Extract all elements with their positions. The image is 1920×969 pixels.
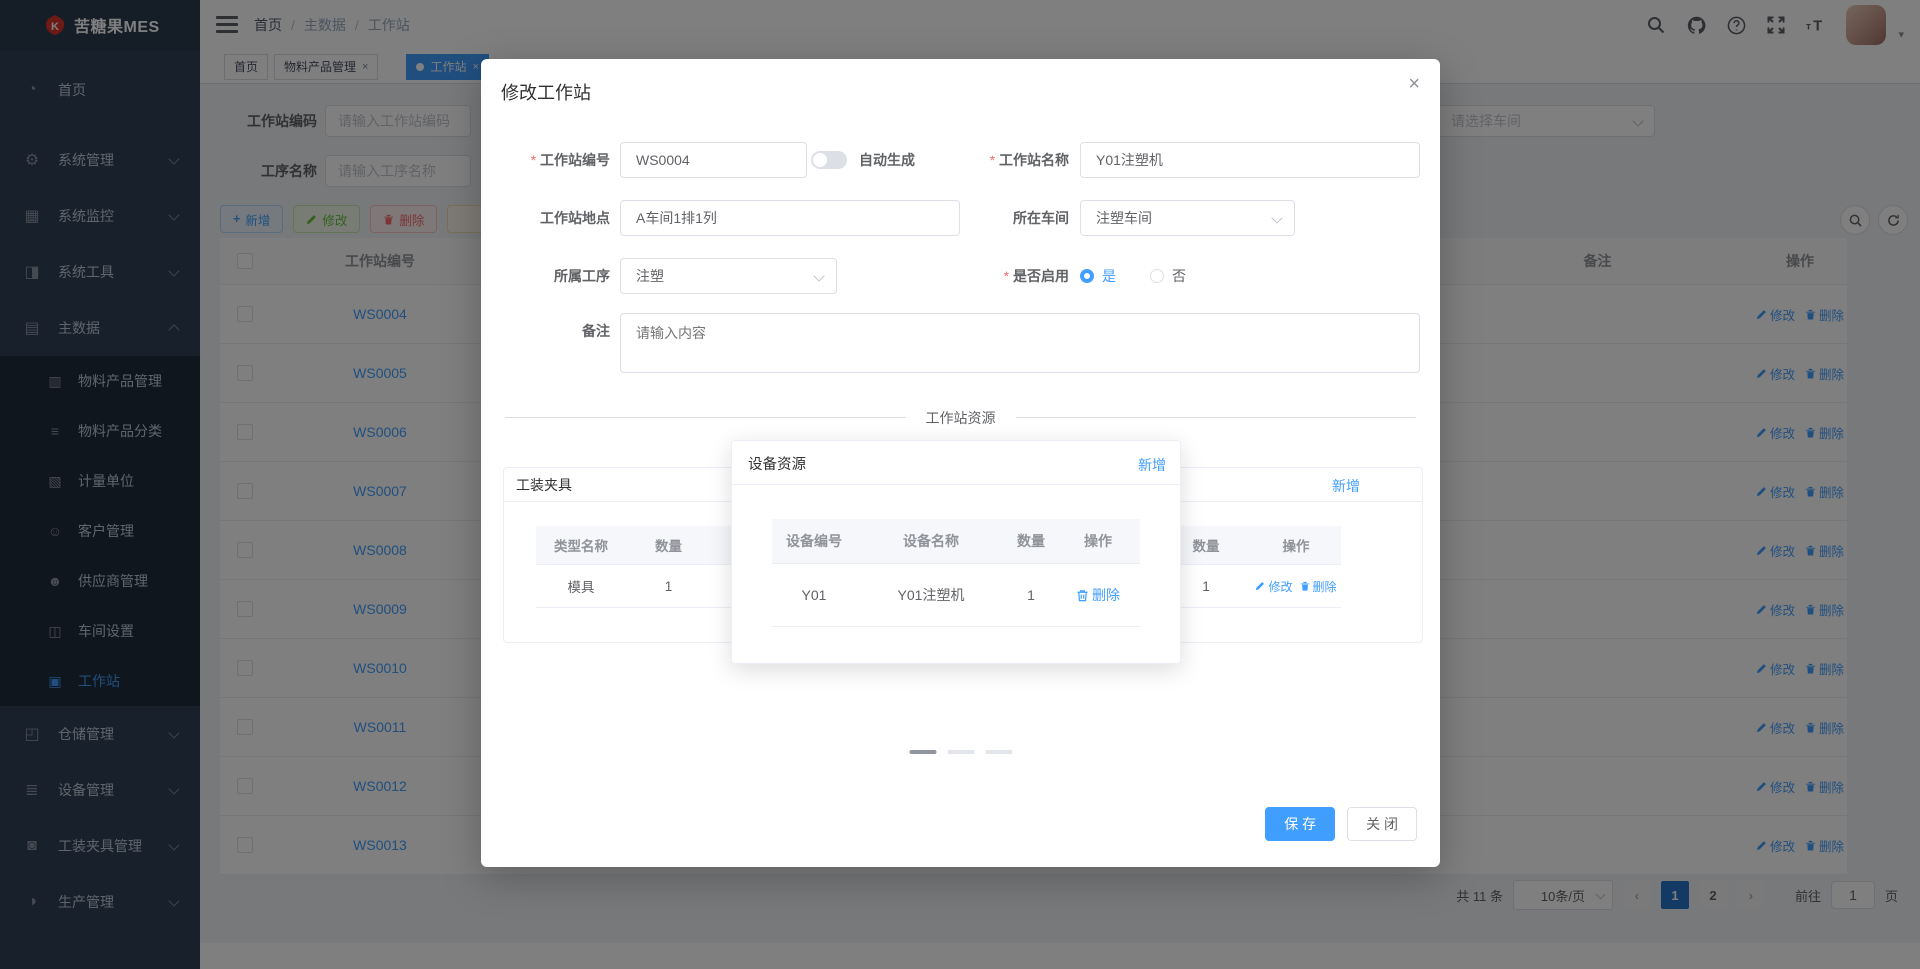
- device-col-name: 设备名称: [903, 533, 959, 549]
- workshop-label: 所在车间: [1013, 210, 1069, 226]
- device-delete-link[interactable]: 删除: [1076, 585, 1120, 605]
- radio-dot: [1150, 269, 1164, 283]
- popup-header: 设备资源 新增: [732, 441, 1180, 485]
- fixture-col-qty: 数量: [655, 539, 682, 554]
- code-input[interactable]: [620, 142, 807, 178]
- process-label: 所属工序: [554, 268, 610, 284]
- process-select[interactable]: 注塑: [620, 258, 837, 294]
- radio-dot: [1080, 269, 1094, 283]
- fixture-type: 模具: [567, 580, 595, 595]
- workshop-select[interactable]: 注塑车间: [1080, 200, 1295, 236]
- device-row: Y01 Y01注塑机 1 删除: [772, 564, 1140, 627]
- device-code: Y01: [801, 587, 827, 603]
- remark-label: 备注: [582, 323, 610, 339]
- location-input[interactable]: [620, 200, 960, 236]
- carousel-dot-1[interactable]: [909, 750, 936, 754]
- auto-generate-label: 自动生成: [859, 152, 915, 168]
- device-name: Y01注塑机: [897, 587, 965, 603]
- carousel-dot-2[interactable]: [947, 750, 974, 754]
- right-card-add-link[interactable]: 新增: [1332, 476, 1360, 496]
- device-table: 设备编号 设备名称 数量 操作 Y01 Y01注塑机 1 删除: [772, 519, 1140, 627]
- enabled-no-radio[interactable]: 否: [1150, 266, 1186, 286]
- device-col-qty: 数量: [1017, 533, 1045, 549]
- resources-divider: 工作站资源: [505, 408, 1416, 428]
- dialog-footer: 保 存 关 闭: [1265, 807, 1417, 841]
- name-input[interactable]: [1080, 142, 1420, 178]
- carousel-dot-3[interactable]: [985, 750, 1012, 754]
- dialog-title: 修改工作站: [501, 83, 591, 103]
- device-resources-popup: 设备资源 新增 设备编号 设备名称 数量 操作 Y01 Y01注塑机 1 删除: [731, 440, 1181, 664]
- save-button[interactable]: 保 存: [1265, 807, 1336, 841]
- device-add-link[interactable]: 新增: [1138, 455, 1166, 475]
- location-label: 工作站地点: [540, 210, 610, 226]
- name-label: 工作站名称: [940, 142, 1069, 178]
- device-col-code: 设备编号: [786, 533, 842, 549]
- device-col-action: 操作: [1084, 533, 1112, 549]
- auto-generate-toggle[interactable]: [811, 151, 847, 169]
- dialog-close-icon[interactable]: ×: [1408, 73, 1420, 96]
- remark-textarea[interactable]: [620, 313, 1420, 373]
- fixture-qty: 1: [664, 578, 673, 594]
- chevron-down-icon: [1271, 212, 1283, 224]
- device-qty: 1: [1027, 587, 1035, 603]
- right-col-action: 操作: [1282, 539, 1310, 554]
- enabled-yes-radio[interactable]: 是: [1080, 266, 1116, 286]
- close-button[interactable]: 关 闭: [1347, 807, 1417, 841]
- carousel-indicators: [909, 750, 1012, 754]
- fixture-col-type: 类型名称: [554, 539, 608, 554]
- popup-title: 设备资源: [748, 457, 806, 473]
- right-edit-link[interactable]: 修改: [1255, 578, 1293, 595]
- chevron-down-icon: [813, 270, 825, 282]
- right-delete-link[interactable]: 删除: [1300, 578, 1337, 595]
- edit-workstation-dialog: 修改工作站 × 工作站编号 自动生成 工作站名称 工作站地点 所在车间 注塑车间…: [481, 59, 1440, 867]
- code-label: 工作站编号: [481, 142, 610, 178]
- enabled-label: 是否启用: [940, 258, 1069, 294]
